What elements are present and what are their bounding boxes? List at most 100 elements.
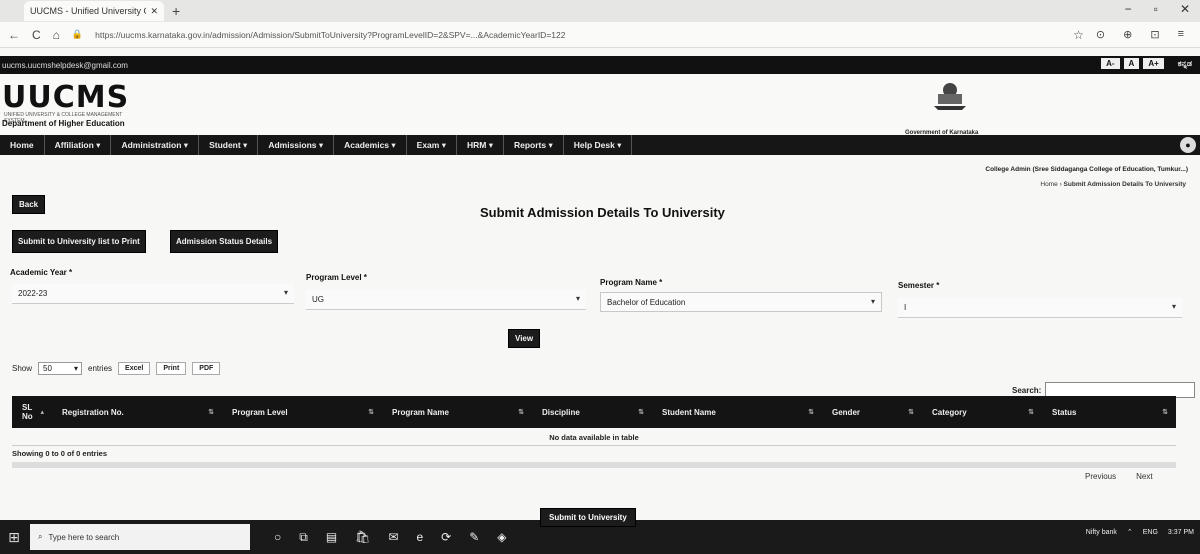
breadcrumb-current: Submit Admission Details To University bbox=[1063, 181, 1186, 188]
address-bar: ← C ⌂ 🔒 https://uucms.karnataka.gov.in/a… bbox=[0, 22, 1200, 48]
col-sl-no[interactable]: SL No ▴ bbox=[12, 396, 52, 428]
sort-icon: ⇅ bbox=[1028, 409, 1034, 416]
col-status[interactable]: Status ⇅ bbox=[1042, 396, 1176, 428]
col-category[interactable]: Category ⇅ bbox=[922, 396, 1042, 428]
mail-icon[interactable]: ✉ bbox=[388, 530, 398, 545]
user-avatar-icon[interactable]: ● bbox=[1180, 137, 1196, 153]
app-icon[interactable]: ◈ bbox=[497, 530, 506, 545]
breadcrumb-home[interactable]: Home bbox=[1040, 181, 1057, 188]
nav-reports[interactable]: Reports ▾ bbox=[504, 135, 564, 155]
new-tab-icon[interactable]: + bbox=[172, 3, 180, 19]
close-window-icon[interactable]: ✕ bbox=[1180, 2, 1190, 16]
academic-year-select[interactable]: 2022-23 ▾ bbox=[12, 284, 294, 304]
taskbar-search-placeholder: Type here to search bbox=[48, 532, 120, 542]
uucms-logo[interactable]: UUCMS bbox=[2, 80, 129, 115]
language-indicator[interactable]: ENG bbox=[1143, 529, 1158, 536]
cortana-icon[interactable]: ○ bbox=[274, 530, 281, 545]
menu-icon[interactable]: ≡ bbox=[1178, 28, 1184, 41]
site-header: UUCMS UNIFIED UNIVERSITY & COLLEGE MANAG… bbox=[0, 74, 1200, 140]
nav-exam[interactable]: Exam ▾ bbox=[407, 135, 457, 155]
col-program-level[interactable]: Program Level ⇅ bbox=[222, 396, 382, 428]
collections-icon[interactable]: ⊡ bbox=[1150, 28, 1159, 41]
nav-hrm[interactable]: HRM ▾ bbox=[457, 135, 504, 155]
extension-icon[interactable]: ⊙ bbox=[1096, 28, 1105, 41]
windows-start-icon[interactable]: ⊞ bbox=[0, 520, 28, 554]
main-nav: Home Affiliation ▾ Administration ▾ Stud… bbox=[0, 135, 1200, 155]
font-increase-button[interactable]: A+ bbox=[1143, 58, 1164, 69]
program-name-value: Bachelor of Education bbox=[607, 298, 686, 307]
close-tab-icon[interactable]: ✕ bbox=[150, 6, 158, 17]
system-tray: Nifty bank ⌃ ENG 3:37 PM bbox=[1086, 528, 1194, 537]
chevron-up-icon[interactable]: ⌃ bbox=[1127, 528, 1133, 536]
submit-list-print-button[interactable]: Submit to University list to Print bbox=[12, 230, 146, 253]
breadcrumb: Home › Submit Admission Details To Unive… bbox=[1040, 181, 1186, 188]
tray-news[interactable]: Nifty bank bbox=[1086, 529, 1117, 536]
chrome-icon[interactable]: ⟳ bbox=[441, 530, 451, 545]
home-icon[interactable]: ⌂ bbox=[53, 28, 60, 42]
browser-tab-bar: UUCMS - Unified University C... ✕ + − ▫ … bbox=[0, 0, 1200, 22]
sort-icon: ⇅ bbox=[808, 409, 814, 416]
nav-administration[interactable]: Administration ▾ bbox=[111, 135, 200, 155]
search-icon: ⌕ bbox=[38, 532, 43, 541]
program-level-select[interactable]: UG ▾ bbox=[306, 290, 586, 310]
chevron-down-icon: ▾ bbox=[870, 297, 875, 306]
edge-icon[interactable]: e bbox=[416, 530, 423, 545]
favorite-star-icon[interactable]: ☆ bbox=[1073, 28, 1084, 42]
minimize-icon[interactable]: − bbox=[1125, 2, 1132, 16]
excel-button[interactable]: Excel bbox=[118, 362, 151, 375]
nav-affiliation[interactable]: Affiliation ▾ bbox=[45, 135, 112, 155]
sort-icon: ▴ bbox=[40, 409, 44, 416]
col-discipline[interactable]: Discipline ⇅ bbox=[532, 396, 652, 428]
sort-icon: ⇅ bbox=[638, 409, 644, 416]
store-icon[interactable]: 🛍 bbox=[355, 530, 370, 545]
sort-icon: ⇅ bbox=[908, 409, 914, 416]
maximize-icon[interactable]: ▫ bbox=[1154, 2, 1158, 16]
clock[interactable]: 3:37 PM bbox=[1168, 529, 1194, 536]
back-button[interactable]: Back bbox=[12, 195, 46, 214]
nav-student[interactable]: Student ▾ bbox=[199, 135, 259, 155]
entries-select[interactable]: 50 ▾ bbox=[38, 362, 83, 375]
font-normal-button[interactable]: A bbox=[1123, 58, 1140, 69]
pdf-button[interactable]: PDF bbox=[192, 362, 221, 375]
nav-admissions[interactable]: Admissions ▾ bbox=[258, 135, 335, 155]
nav-help-desk[interactable]: Help Desk ▾ bbox=[564, 135, 633, 155]
sort-icon: ⇅ bbox=[1162, 409, 1168, 416]
col-program-name[interactable]: Program Name ⇅ bbox=[382, 396, 532, 428]
department-name: Department of Higher Education bbox=[2, 119, 125, 128]
col-student-name[interactable]: Student Name ⇅ bbox=[652, 396, 822, 428]
submit-to-university-button[interactable]: Submit to University bbox=[540, 508, 636, 527]
language-link[interactable]: ಕನ್ನಡ bbox=[1178, 59, 1192, 69]
print-button[interactable]: Print bbox=[156, 362, 187, 375]
task-view-icon[interactable]: ⧉ bbox=[299, 530, 308, 545]
pagination: Previous Next bbox=[1085, 472, 1153, 481]
view-button[interactable]: View bbox=[508, 329, 541, 348]
admission-status-button[interactable]: Admission Status Details bbox=[170, 230, 279, 253]
sort-icon: ⇅ bbox=[368, 409, 374, 416]
font-decrease-button[interactable]: A- bbox=[1101, 58, 1120, 69]
reload-icon[interactable]: C bbox=[32, 28, 41, 42]
nav-academics[interactable]: Academics ▾ bbox=[334, 135, 407, 155]
horizontal-scrollbar[interactable] bbox=[12, 462, 1176, 468]
page-title: Submit Admission Details To University bbox=[480, 205, 725, 220]
url-field[interactable]: https://uucms.karnataka.gov.in/admission… bbox=[95, 30, 1061, 40]
previous-page-button[interactable]: Previous bbox=[1085, 472, 1116, 481]
program-level-value: UG bbox=[312, 295, 324, 304]
program-name-select[interactable]: Bachelor of Education ▾ bbox=[600, 292, 882, 312]
sort-icon: ⇅ bbox=[208, 409, 214, 416]
col-registration-no[interactable]: Registration No. ⇅ bbox=[52, 396, 222, 428]
program-name-label: Program Name * bbox=[600, 278, 663, 287]
helpdesk-email[interactable]: uucms.uucmshelpdesk@gmail.com bbox=[2, 61, 128, 70]
next-page-button[interactable]: Next bbox=[1136, 472, 1152, 481]
nav-home[interactable]: Home bbox=[0, 135, 45, 155]
paint-icon[interactable]: ✎ bbox=[469, 530, 479, 545]
semester-select[interactable]: I ▾ bbox=[898, 298, 1182, 318]
site-top-strip: uucms.uucmshelpdesk@gmail.com A- A A+ ಕನ… bbox=[0, 56, 1200, 74]
col-gender[interactable]: Gender ⇅ bbox=[822, 396, 922, 428]
back-icon[interactable]: ← bbox=[8, 28, 20, 42]
profile-icon[interactable]: ⊕ bbox=[1123, 28, 1132, 41]
college-admin-label: College Admin (Sree Siddaganga College o… bbox=[985, 166, 1188, 173]
file-explorer-icon[interactable]: ▤ bbox=[326, 530, 337, 545]
search-label: Search: bbox=[1012, 385, 1042, 395]
taskbar-search[interactable]: ⌕ Type here to search bbox=[30, 524, 250, 550]
browser-tab[interactable]: UUCMS - Unified University C... ✕ bbox=[24, 1, 164, 21]
